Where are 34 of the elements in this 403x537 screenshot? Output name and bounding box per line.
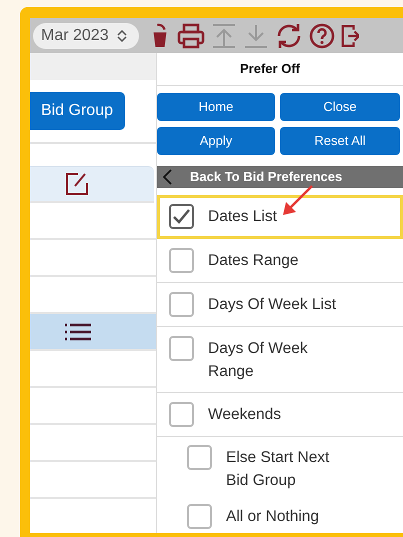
edit-icon[interactable] <box>65 172 89 196</box>
checkbox[interactable] <box>187 504 212 529</box>
checkbox[interactable] <box>187 445 212 470</box>
checkbox[interactable] <box>169 248 194 273</box>
option-label: Weekends <box>208 405 282 425</box>
back-icon[interactable] <box>163 168 172 185</box>
checkbox[interactable] <box>169 402 194 427</box>
logout-icon[interactable] <box>341 22 359 48</box>
checkbox[interactable] <box>169 336 194 361</box>
panel-title: Prefer Off <box>157 53 403 86</box>
option-label: Days Of Week List <box>208 295 338 315</box>
action-button[interactable]: Reset All <box>280 126 400 155</box>
back-label: Back To Bid Preferences <box>190 169 342 184</box>
action-button[interactable]: Home <box>157 92 275 121</box>
option-label: Dates Range <box>208 251 300 271</box>
refresh-icon[interactable] <box>275 22 303 48</box>
option-label: Else Start Next Bid Group <box>226 448 330 491</box>
option-label: Dates List <box>208 207 278 227</box>
option-label: Days Of Week Range <box>208 339 309 382</box>
list-row[interactable] <box>30 314 156 351</box>
chevron-icon <box>116 30 127 42</box>
back-bar[interactable]: Back To Bid Preferences <box>157 166 403 188</box>
action-button[interactable]: Close <box>280 92 400 121</box>
option-label: All or Nothing <box>226 507 320 527</box>
bid-group-button[interactable]: Bid Group <box>30 92 125 130</box>
checkbox[interactable] <box>169 292 194 317</box>
printer-icon[interactable] <box>177 22 205 48</box>
help-icon[interactable] <box>309 22 335 48</box>
annotation-arrow <box>280 184 314 218</box>
list-row[interactable] <box>30 166 154 203</box>
action-button[interactable]: Apply <box>157 126 275 155</box>
checkbox[interactable] <box>169 204 194 229</box>
list-icon[interactable] <box>64 322 92 340</box>
month-selector[interactable]: Mar 2023 <box>33 22 139 48</box>
